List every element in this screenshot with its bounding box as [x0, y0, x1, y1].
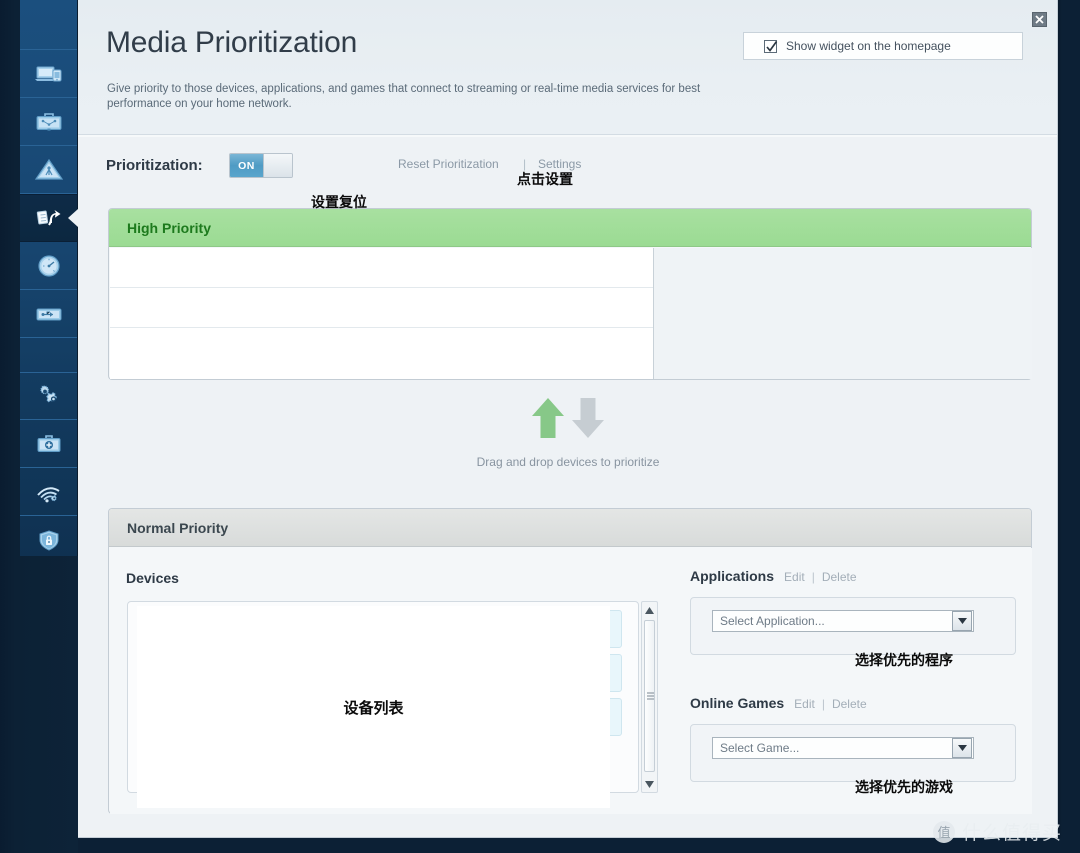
warning-triangle-icon	[34, 155, 64, 185]
applications-divider: |	[811, 570, 815, 584]
briefcase-network-icon	[34, 107, 64, 137]
speedometer-icon	[34, 251, 64, 281]
online-games-edit-link[interactable]: Edit	[794, 697, 815, 711]
chevron-down-icon[interactable]	[952, 611, 972, 631]
shield-lock-icon	[34, 525, 64, 555]
sidebar-item-media-prioritization[interactable]	[20, 194, 78, 242]
annotation-device-list-text: 设备列表	[343, 699, 404, 717]
sidebar-item-alerts[interactable]	[20, 146, 77, 194]
prioritization-toggle[interactable]: ON	[229, 153, 293, 178]
usb-device-icon	[34, 299, 64, 329]
toggle-knob[interactable]	[263, 154, 292, 177]
high-priority-drop-list[interactable]	[110, 248, 654, 379]
application-select-value: Select Application...	[720, 614, 825, 628]
annotation-device-list-overlay: 设备列表	[137, 606, 610, 808]
application-select-frame: Select Application...	[690, 597, 1016, 655]
online-games-delete-link[interactable]: Delete	[832, 697, 867, 711]
online-games-header: Online Games Edit | Delete	[690, 695, 867, 711]
annotation-select-game: 选择优先的游戏	[855, 779, 953, 795]
devices-header: Devices	[126, 570, 179, 588]
prioritization-arrows-icon	[34, 203, 64, 233]
applications-title: Applications	[690, 568, 775, 584]
annotation-select-application: 选择优先的程序	[855, 652, 953, 668]
show-widget-label: Show widget on the homepage	[786, 39, 951, 53]
normal-priority-title: Normal Priority	[109, 509, 1031, 547]
drag-drop-text: Drag and drop devices to prioritize	[476, 455, 660, 469]
watermark-text: 什么值得买	[961, 823, 1062, 844]
devices-title: Devices	[126, 570, 179, 586]
reset-prioritization-link[interactable]: Reset Prioritization	[398, 157, 499, 171]
active-pointer	[68, 209, 78, 227]
sidebar-item-diagnostics[interactable]	[20, 420, 77, 468]
watermark: 值 什么值得买	[932, 818, 1062, 845]
arrow-down-icon	[570, 395, 606, 446]
panel-shadow	[1058, 0, 1062, 838]
sidebar	[0, 0, 78, 853]
laptop-mobile-icon	[34, 59, 64, 89]
applications-delete-link[interactable]: Delete	[822, 570, 857, 584]
show-widget-checkbox-row[interactable]: Show widget on the homepage	[743, 32, 1023, 60]
page-description: Give priority to those devices, applicat…	[107, 83, 701, 110]
sidebar-item-wireless-settings[interactable]	[20, 468, 77, 516]
high-priority-title: High Priority	[109, 209, 1031, 247]
scroll-down-icon[interactable]	[642, 776, 657, 792]
chevron-down-icon[interactable]	[952, 738, 972, 758]
sidebar-item-advanced-settings[interactable]	[20, 372, 77, 420]
high-priority-card: High Priority	[108, 208, 1032, 380]
check-icon	[766, 40, 778, 52]
game-select-frame: Select Game...	[690, 724, 1016, 782]
scroll-up-icon[interactable]	[642, 602, 657, 618]
sidebar-nav	[20, 0, 78, 556]
annotation-reset-settings: 设置复位	[311, 194, 367, 210]
show-widget-checkbox[interactable]	[764, 39, 778, 53]
sidebar-item-parental-controls[interactable]	[20, 98, 77, 146]
close-icon[interactable]	[1032, 12, 1047, 27]
wifi-gear-icon	[34, 477, 64, 507]
online-games-divider: |	[821, 697, 825, 711]
router-admin-screen: Media Prioritization Give priority to th…	[0, 0, 1080, 853]
gears-icon	[34, 381, 64, 411]
online-games-title: Online Games	[690, 695, 785, 711]
watermark-logo-icon: 值	[932, 820, 955, 843]
game-select-value: Select Game...	[720, 741, 800, 755]
scrollbar-thumb[interactable]	[644, 620, 655, 772]
first-aid-kit-icon	[34, 429, 64, 459]
high-priority-detail-pane	[654, 248, 1032, 379]
page-header: Media Prioritization Give priority to th…	[78, 0, 1057, 137]
applications-edit-link[interactable]: Edit	[784, 570, 805, 584]
sidebar-item-speed-test[interactable]	[20, 242, 77, 290]
high-priority-row[interactable]	[110, 328, 653, 369]
high-priority-body[interactable]	[110, 248, 1032, 379]
scrollbar-grip-icon	[647, 691, 654, 702]
sidebar-item-security[interactable]	[20, 516, 77, 564]
page-title: Media Prioritization	[106, 26, 358, 59]
sidebar-item-devices[interactable]	[20, 50, 77, 98]
sidebar-item-usb-storage[interactable]	[20, 290, 77, 338]
application-select[interactable]: Select Application...	[712, 610, 974, 632]
applications-header: Applications Edit | Delete	[690, 568, 857, 584]
prioritization-label: Prioritization:	[106, 157, 203, 174]
game-select[interactable]: Select Game...	[712, 737, 974, 759]
high-priority-row[interactable]	[110, 288, 653, 328]
drag-arrows	[78, 395, 1057, 446]
devices-scrollbar[interactable]	[641, 601, 658, 793]
arrow-up-icon	[530, 395, 566, 446]
drag-drop-zone: Drag and drop devices to prioritize	[78, 395, 1057, 469]
toggle-on-label: ON	[230, 154, 263, 177]
high-priority-row[interactable]	[110, 248, 653, 288]
annotation-click-settings: 点击设置	[517, 171, 573, 187]
sidebar-logo-area	[20, 0, 77, 50]
